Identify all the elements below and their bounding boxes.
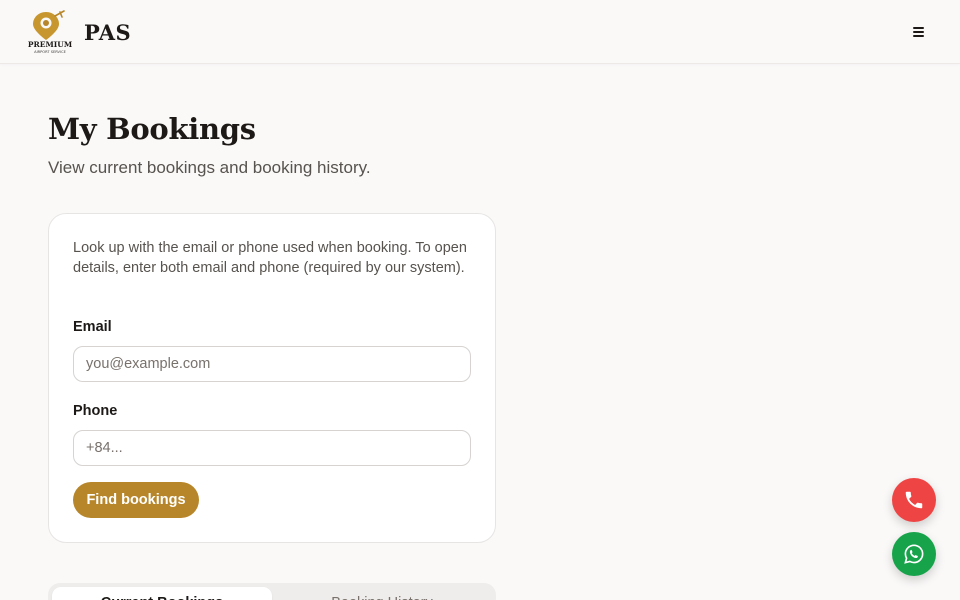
- logo-airport-service-text: AIRPORT SERVICE: [34, 50, 66, 54]
- call-button[interactable]: [892, 478, 936, 522]
- lookup-description: Look up with the email or phone used whe…: [73, 240, 467, 276]
- tab-booking-history[interactable]: Booking History: [272, 587, 492, 600]
- phone-icon: [905, 491, 923, 509]
- location-pin-plane-icon: PREMIUM AIRPORT SERVICE: [28, 10, 72, 54]
- whatsapp-icon: [904, 544, 924, 564]
- email-label: Email: [73, 319, 112, 335]
- pas-logo[interactable]: PREMIUM AIRPORT SERVICE: [24, 10, 76, 54]
- find-bookings-button[interactable]: Find bookings: [73, 482, 199, 518]
- top-navbar: PREMIUM AIRPORT SERVICE PAS: [0, 0, 960, 64]
- phone-field[interactable]: [73, 430, 471, 466]
- whatsapp-button[interactable]: [892, 532, 936, 576]
- brand-name[interactable]: PAS: [84, 20, 131, 45]
- phone-label: Phone: [73, 403, 118, 419]
- menu-button[interactable]: [904, 20, 932, 44]
- page-subtitle: View current bookings and booking histor…: [48, 158, 371, 177]
- page-title: My Bookings: [48, 112, 256, 146]
- logo-premium-text: PREMIUM: [28, 40, 72, 49]
- email-field[interactable]: [73, 346, 471, 382]
- booking-lookup-card: Look up with the email or phone used whe…: [48, 213, 496, 543]
- tab-current-bookings[interactable]: Current Bookings: [52, 587, 272, 600]
- bookings-tabs: Current Bookings Booking History: [48, 583, 496, 600]
- hamburger-menu-icon: [912, 25, 924, 39]
